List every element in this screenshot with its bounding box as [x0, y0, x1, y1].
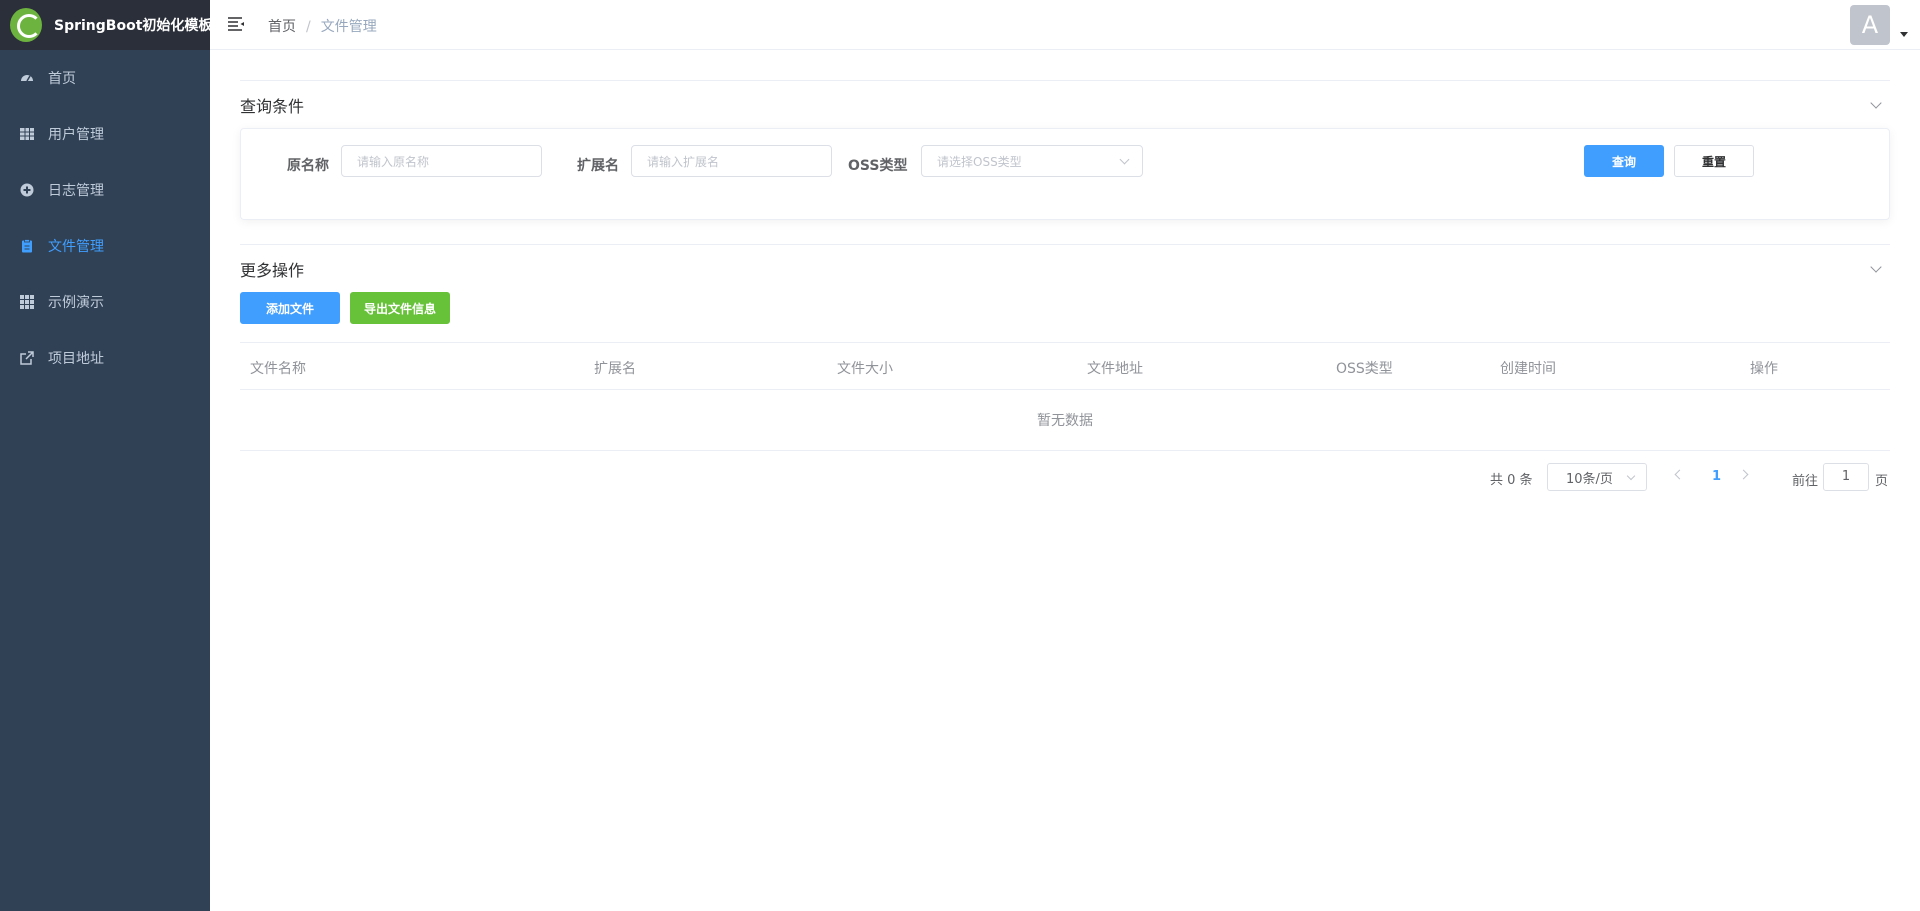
field-label-oss-type: OSS类型 [848, 158, 908, 174]
sidebar-item-label: 项目地址 [48, 351, 104, 367]
query-button[interactable]: 查询 [1584, 145, 1664, 177]
table-empty-text: 暂无数据 [1037, 413, 1093, 429]
page-content: 查询条件 原名称 请输入原名称 扩展名 请输入扩展名 OSS类型 请选择OSS类… [240, 80, 1890, 507]
reset-button[interactable]: 重置 [1674, 145, 1754, 177]
table-icon [20, 127, 34, 141]
avatar[interactable]: A [1850, 5, 1890, 45]
next-page-icon[interactable] [1738, 469, 1749, 480]
clipboard-icon [20, 239, 34, 253]
chevron-down-icon[interactable] [1870, 96, 1882, 109]
breadcrumb-current: 文件管理 [320, 19, 377, 35]
ops-toolbar: 添加文件 导出文件信息 [240, 292, 1890, 342]
extension-input[interactable]: 请输入扩展名 [631, 145, 832, 177]
oss-type-select[interactable]: 请选择OSS类型 [921, 145, 1143, 177]
sidebar-item-demo[interactable]: 示例演示 [0, 274, 210, 330]
original-name-input[interactable]: 请输入原名称 [341, 145, 542, 177]
breadcrumb-home[interactable]: 首页 [268, 19, 296, 35]
sidebar-item-logs[interactable]: 日志管理 [0, 162, 210, 218]
dashboard-icon [20, 71, 34, 85]
column-header: 操作 [1750, 361, 1778, 377]
breadcrumb-separator: / [306, 19, 311, 35]
sidebar-item-label: 文件管理 [48, 239, 104, 255]
app-title: SpringBoot初始化模板 [54, 18, 213, 34]
oss-type-placeholder: 请选择OSS类型 [937, 154, 1022, 169]
column-header: 创建时间 [1500, 361, 1556, 377]
sidebar-item-project-link[interactable]: 项目地址 [0, 330, 210, 386]
chevron-down-icon[interactable] [1870, 260, 1882, 273]
navbar: 首页 / 文件管理 A [210, 0, 1920, 50]
field-label-extension: 扩展名 [577, 158, 619, 174]
page-number-current[interactable]: 1 [1712, 469, 1721, 484]
sidebar-item-users[interactable]: 用户管理 [0, 106, 210, 162]
file-table: 文件名称 扩展名 文件大小 文件地址 OSS类型 创建时间 操作 暂无数据 [240, 342, 1890, 451]
search-section-header[interactable]: 查询条件 [240, 80, 1890, 128]
sidebar-item-label: 示例演示 [48, 295, 104, 311]
chevron-down-icon [1626, 471, 1636, 481]
goto-label: 前往 [1792, 474, 1819, 489]
sidebar-item-home[interactable]: 首页 [0, 50, 210, 106]
external-link-icon [20, 351, 34, 365]
pagination: 共 0 条 10条/页 1 前往 1 页 [240, 451, 1890, 507]
pagination-total: 共 0 条 [1490, 473, 1533, 488]
page-size-select[interactable]: 10条/页 [1547, 463, 1647, 491]
section-title: 更多操作 [240, 260, 305, 280]
add-file-button[interactable]: 添加文件 [240, 292, 340, 324]
app-logo-bar[interactable]: SpringBoot初始化模板 [0, 0, 213, 50]
log-icon [20, 183, 34, 197]
column-header: 文件地址 [1087, 361, 1143, 377]
spring-logo-icon [10, 8, 42, 42]
ops-section-header[interactable]: 更多操作 [240, 244, 1890, 292]
field-label-original-name: 原名称 [287, 158, 329, 174]
section-title: 查询条件 [240, 96, 305, 116]
search-form: 原名称 请输入原名称 扩展名 请输入扩展名 OSS类型 请选择OSS类型 查询 … [240, 128, 1890, 220]
main-area: 首页 / 文件管理 A 查询条件 原名称 请输入原名称 扩展名 请输入扩展名 OSS… [210, 0, 1920, 911]
grid-icon [20, 295, 34, 309]
sidebar-item-files[interactable]: 文件管理 [0, 218, 210, 274]
menu-fold-icon[interactable] [227, 16, 245, 32]
page-suffix: 页 [1875, 474, 1889, 489]
breadcrumb: 首页 / 文件管理 [268, 16, 377, 36]
chevron-down-icon [1119, 154, 1130, 165]
column-header: 扩展名 [594, 361, 636, 377]
caret-down-icon[interactable] [1900, 32, 1908, 37]
page-size-value: 10条/页 [1566, 471, 1613, 487]
sidebar: SpringBoot初始化模板 首页 用户管理 日志管理 文件管理 示例演示 项… [0, 0, 213, 911]
table-header: 文件名称 扩展名 文件大小 文件地址 OSS类型 创建时间 操作 [240, 342, 1890, 390]
goto-page-input[interactable]: 1 [1823, 463, 1869, 491]
column-header: 文件大小 [837, 361, 893, 377]
sidebar-item-label: 首页 [48, 71, 76, 87]
prev-page-icon[interactable] [1674, 469, 1685, 480]
column-header: 文件名称 [250, 361, 306, 377]
sidebar-item-label: 日志管理 [48, 183, 104, 199]
export-file-info-button[interactable]: 导出文件信息 [350, 292, 450, 324]
column-header: OSS类型 [1336, 361, 1393, 377]
sidebar-item-label: 用户管理 [48, 127, 104, 143]
